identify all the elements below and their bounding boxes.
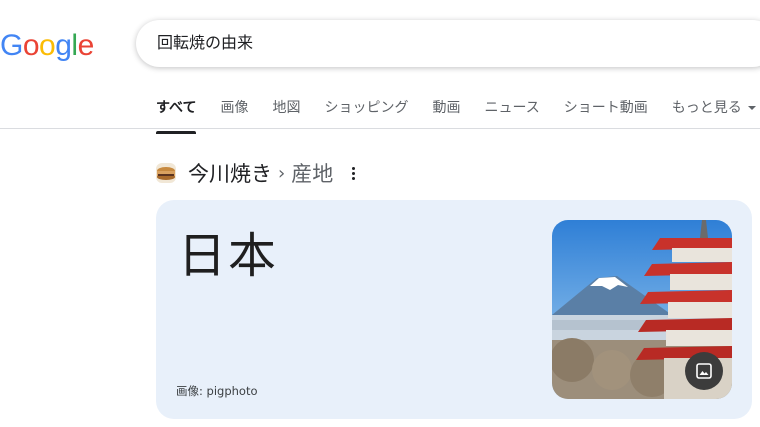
attribute-name: 産地 xyxy=(291,162,334,186)
entity-name[interactable]: 今川焼き xyxy=(188,158,272,188)
result-breadcrumb: 今川焼き › 産地 xyxy=(156,158,361,188)
logo-letter: o xyxy=(22,29,40,62)
tab-images[interactable]: 画像 xyxy=(220,94,248,128)
caret-down-icon xyxy=(747,106,756,110)
tab-shopping[interactable]: ショッピング xyxy=(324,94,408,128)
answer-text: 日本 xyxy=(178,228,279,284)
logo-letter: o xyxy=(39,29,56,62)
image-icon[interactable] xyxy=(685,352,723,390)
logo-letter: e xyxy=(77,29,95,62)
tabs-divider xyxy=(0,128,760,129)
tab-videos[interactable]: 動画 xyxy=(432,94,460,128)
google-logo[interactable]: Google xyxy=(0,26,94,66)
answer-card: 日本 画像: pigphoto xyxy=(156,200,752,419)
more-vert-icon[interactable] xyxy=(345,163,361,183)
tab-more-label: もっと見る xyxy=(671,100,742,116)
logo-letter: g xyxy=(55,29,72,62)
tab-maps[interactable]: 地図 xyxy=(272,94,300,128)
search-tabs: すべて 画像 地図 ショッピング 動画 ニュース ショート動画 もっと見る xyxy=(156,94,760,134)
search-input[interactable]: 回転焼の由来 xyxy=(157,33,253,53)
tab-all[interactable]: すべて xyxy=(156,94,197,134)
entity-thumbnail[interactable] xyxy=(156,163,176,183)
logo-letter: G xyxy=(0,29,23,62)
tab-more[interactable]: もっと見る xyxy=(672,94,756,128)
image-credit[interactable]: 画像: pigphoto xyxy=(176,383,258,399)
tab-short-videos[interactable]: ショート動画 xyxy=(564,94,648,128)
tab-news[interactable]: ニュース xyxy=(484,94,539,128)
breadcrumb-separator: › xyxy=(278,162,286,184)
search-box[interactable]: 回転焼の由来 xyxy=(136,20,760,67)
